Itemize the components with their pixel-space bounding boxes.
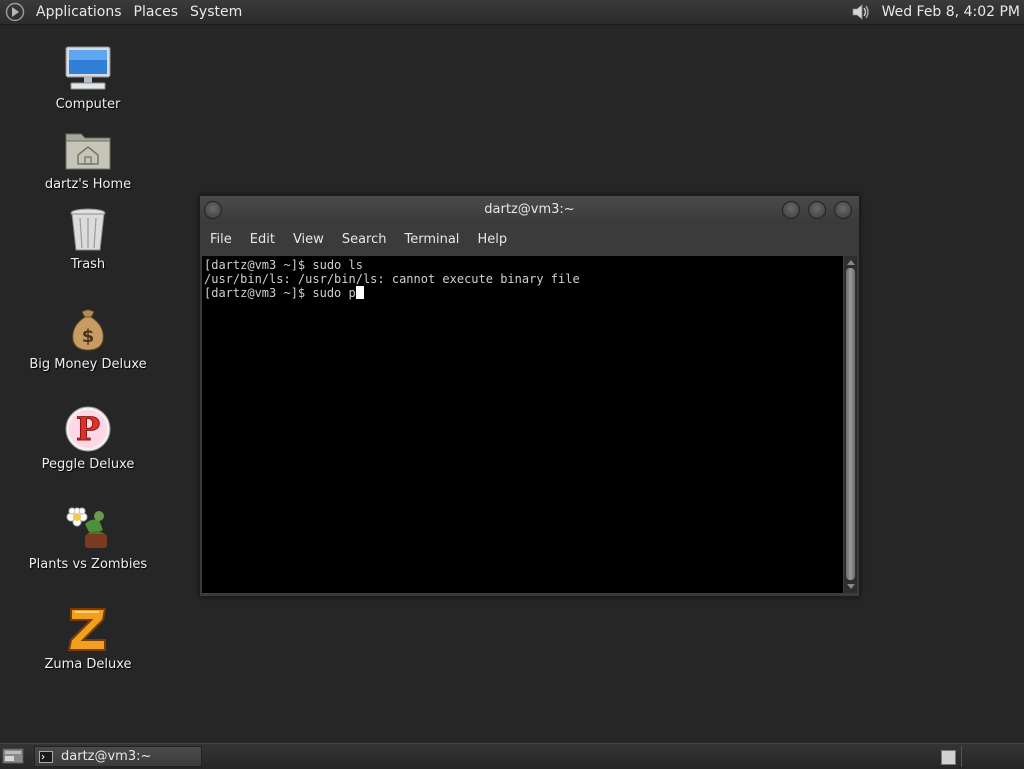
home-folder-icon — [63, 124, 113, 174]
scroll-up-arrow-icon[interactable] — [847, 260, 855, 265]
desktop-icon-home[interactable]: dartz's Home — [23, 124, 153, 192]
desktop-icon-big-money[interactable]: $ Big Money Deluxe — [23, 304, 153, 372]
desktop-icon-label: dartz's Home — [44, 177, 132, 192]
computer-icon — [63, 44, 113, 94]
bottom-panel: dartz@vm3:~ — [0, 743, 1024, 769]
distro-logo-icon[interactable] — [4, 1, 26, 23]
taskbar-item-label: dartz@vm3:~ — [61, 749, 152, 764]
desktop-icon-label: Plants vs Zombies — [28, 557, 148, 572]
menu-applications[interactable]: Applications — [30, 0, 128, 24]
svg-text:P: P — [76, 410, 100, 448]
zuma-icon — [63, 604, 113, 654]
desktop-icon-label: Computer — [55, 97, 121, 112]
menu-help[interactable]: Help — [468, 226, 516, 254]
terminal-menubar: File Edit View Search Terminal Help — [200, 226, 859, 254]
menu-file[interactable]: File — [200, 226, 241, 254]
top-panel: Applications Places System Wed Feb 8, 4:… — [0, 0, 1024, 25]
text-cursor — [355, 286, 364, 299]
top-menu: Applications Places System — [0, 0, 248, 24]
trash-icon — [63, 204, 113, 254]
terminal-prompt-line[interactable]: [dartz@vm3 ~]$ sudo p — [204, 286, 843, 300]
desktop-icon-label: Big Money Deluxe — [29, 357, 147, 372]
window-title: dartz@vm3:~ — [484, 202, 575, 217]
workspace-switcher[interactable] — [941, 750, 956, 765]
desktop-icon-label: Zuma Deluxe — [44, 657, 132, 672]
terminal-output[interactable]: [dartz@vm3 ~]$ sudo ls /usr/bin/ls: /usr… — [202, 256, 843, 593]
desktop-icon-peggle[interactable]: P Peggle Deluxe — [23, 404, 153, 472]
maximize-button[interactable] — [808, 201, 826, 219]
terminal-line: /usr/bin/ls: /usr/bin/ls: cannot execute… — [204, 272, 580, 286]
desktop-icon-label: Trash — [70, 257, 106, 272]
taskbar-item-terminal[interactable]: dartz@vm3:~ — [34, 746, 202, 767]
desktop-icon-trash[interactable]: Trash — [23, 204, 153, 272]
desktop-icon-computer[interactable]: Computer — [23, 44, 153, 112]
terminal-line: [dartz@vm3 ~]$ sudo ls — [204, 258, 363, 272]
clock[interactable]: Wed Feb 8, 4:02 PM — [876, 4, 1024, 20]
terminal-window: dartz@vm3:~ File Edit View Search Termin… — [199, 195, 860, 597]
menu-search[interactable]: Search — [333, 226, 396, 254]
minimize-button[interactable] — [782, 201, 800, 219]
desktop-icon-zuma[interactable]: Zuma Deluxe — [23, 604, 153, 672]
money-bag-icon: $ — [63, 304, 113, 354]
show-desktop-icon[interactable] — [2, 747, 24, 765]
svg-text:$: $ — [82, 326, 95, 347]
menu-edit[interactable]: Edit — [241, 226, 284, 254]
desktop-icon-label: Peggle Deluxe — [41, 457, 135, 472]
scroll-down-arrow-icon[interactable] — [847, 584, 855, 589]
terminal-input-text: [dartz@vm3 ~]$ sudo p — [204, 286, 356, 300]
scrollbar-thumb[interactable] — [846, 268, 855, 580]
window-titlebar[interactable]: dartz@vm3:~ — [200, 196, 859, 224]
desktop-icon-pvz[interactable]: Plants vs Zombies — [23, 504, 153, 572]
top-panel-right: Wed Feb 8, 4:02 PM — [850, 0, 1024, 24]
terminal-scrollbar[interactable] — [844, 256, 857, 593]
speaker-icon[interactable] — [850, 1, 872, 23]
close-button[interactable] — [834, 201, 852, 219]
plants-vs-zombies-icon — [63, 504, 113, 554]
panel-divider — [961, 746, 962, 767]
menu-system[interactable]: System — [184, 0, 248, 24]
menu-places[interactable]: Places — [128, 0, 185, 24]
terminal-icon — [39, 750, 53, 763]
menu-terminal[interactable]: Terminal — [395, 226, 468, 254]
peggle-icon: P — [63, 404, 113, 454]
menu-view[interactable]: View — [284, 226, 333, 254]
